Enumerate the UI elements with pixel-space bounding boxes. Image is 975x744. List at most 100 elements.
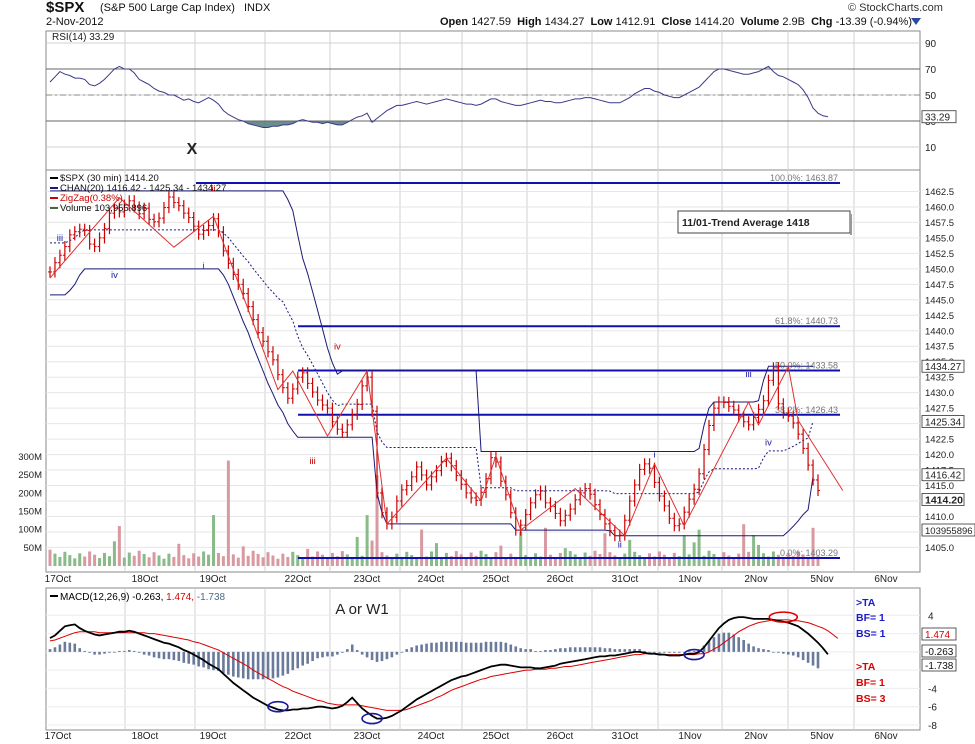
volume-bar xyxy=(286,556,290,566)
x-tick-label: 23Oct xyxy=(354,574,381,585)
volume-bar xyxy=(172,556,176,566)
macd-value-label: 1.474 xyxy=(925,630,950,641)
macd-histogram-bar xyxy=(777,651,780,653)
macd-legend: MACD(12,26,9) -0.263, 1.474, -1.738 xyxy=(60,592,226,603)
macd-histogram-bar xyxy=(256,651,260,680)
volume-bar xyxy=(628,539,632,566)
macd-histogram-bar xyxy=(103,651,106,654)
price-y-tick: 1452.5 xyxy=(925,249,954,260)
volume-bar xyxy=(98,558,102,566)
price-y-tick: 1430.0 xyxy=(925,388,954,399)
volume-bar xyxy=(157,555,161,566)
volume-bar xyxy=(662,554,666,566)
macd-histogram-bar xyxy=(544,650,547,652)
volume-bar xyxy=(296,555,300,566)
price-value-label: 1416.42 xyxy=(925,471,962,482)
volume-bar xyxy=(276,558,280,566)
x-tick-label: 19Oct xyxy=(200,731,227,742)
macd-histogram-bar xyxy=(440,641,443,652)
side-note-blue: BF= 1 xyxy=(856,612,885,624)
volume-bar xyxy=(573,554,577,566)
macd-histogram-bar xyxy=(152,651,156,658)
volume-bar xyxy=(182,555,186,566)
rsi-y-tick: 50 xyxy=(925,91,937,102)
macd-histogram-bar xyxy=(608,648,612,652)
macd-histogram-bar xyxy=(301,651,304,666)
price-y-tick: 1447.5 xyxy=(925,280,954,291)
macd-histogram-bar xyxy=(747,643,750,652)
x-tick-label: 19Oct xyxy=(200,574,227,585)
fib-label: 100.0%: 1463.87 xyxy=(770,173,838,183)
volume-bar xyxy=(811,527,815,566)
macd-histogram-bar xyxy=(549,650,552,652)
volume-bar xyxy=(78,553,82,566)
macd-histogram-bar xyxy=(539,650,542,652)
x-tick-label: 17Oct xyxy=(45,574,72,585)
volume-bar xyxy=(543,527,547,566)
macd-histogram-bar xyxy=(598,647,602,652)
macd-y-tick: -6 xyxy=(928,703,937,714)
macd-histogram-bar xyxy=(370,651,374,661)
macd-histogram-bar xyxy=(316,651,319,659)
macd-histogram-bar xyxy=(58,644,62,652)
macd-histogram-bar xyxy=(796,651,800,658)
macd-histogram-bar xyxy=(519,648,523,652)
side-note-blue: BS= 1 xyxy=(856,628,886,640)
volume-bar xyxy=(534,553,538,566)
volume-bar xyxy=(177,543,181,566)
macd-histogram-bar xyxy=(663,651,666,653)
volume-y-tick: 150M xyxy=(18,506,42,517)
fib-label: 0.0%: 1403.29 xyxy=(780,548,838,558)
volume-bar xyxy=(236,557,240,566)
macd-histogram-bar xyxy=(251,651,255,680)
price-value-label: 1414.20 xyxy=(925,494,963,506)
volume-bar xyxy=(752,535,756,566)
macd-histogram-bar xyxy=(484,641,488,652)
macd-histogram-bar xyxy=(564,648,567,652)
macd-center-label: A or W1 xyxy=(335,601,388,618)
macd-y-tick: -8 xyxy=(928,721,937,732)
volume-y-tick: 250M xyxy=(18,470,42,481)
macd-histogram-bar xyxy=(400,651,404,653)
x-tick-label: 26Oct xyxy=(547,574,574,585)
macd-histogram-bar xyxy=(425,643,428,652)
volume-bar xyxy=(112,541,116,566)
macd-histogram-bar xyxy=(732,634,736,652)
macd-histogram-bar xyxy=(78,648,82,652)
macd-value-label: -1.738 xyxy=(925,661,954,672)
macd-histogram-bar xyxy=(623,649,627,652)
macd-histogram-bar xyxy=(524,649,527,652)
volume-bar xyxy=(256,554,260,566)
macd-histogram-bar xyxy=(653,651,656,653)
macd-histogram-bar xyxy=(464,642,468,652)
price-value-label: 1434.27 xyxy=(925,362,962,373)
macd-histogram-bar xyxy=(420,644,423,652)
macd-histogram-bar xyxy=(573,647,577,652)
volume-bar xyxy=(380,552,384,566)
macd-histogram-bar xyxy=(53,647,57,652)
macd-histogram-bar xyxy=(613,649,617,652)
volume-bar xyxy=(395,553,399,566)
volume-bar xyxy=(444,552,448,566)
x-tick-label: 31Oct xyxy=(612,574,639,585)
volume-bar xyxy=(301,558,305,566)
volume-bar xyxy=(553,558,557,566)
volume-bar xyxy=(246,555,250,566)
macd-histogram-bar xyxy=(118,650,121,652)
volume-bar xyxy=(132,555,136,566)
side-note-red: >TA xyxy=(856,661,876,673)
volume-bar xyxy=(88,551,92,566)
volume-bar xyxy=(266,552,270,566)
macd-histogram-bar xyxy=(459,641,463,652)
volume-bar xyxy=(147,557,151,566)
macd-histogram-bar xyxy=(499,641,503,652)
macd-histogram-bar xyxy=(68,642,72,652)
macd-histogram-bar xyxy=(326,651,329,657)
volume-bar xyxy=(672,552,676,566)
macd-histogram-bar xyxy=(93,651,96,655)
rsi-current-label: 33.29 xyxy=(925,113,950,124)
macd-histogram-bar xyxy=(737,637,741,652)
macd-histogram-bar xyxy=(172,651,176,661)
macd-histogram-bar xyxy=(271,651,275,679)
volume-bar xyxy=(722,552,726,566)
